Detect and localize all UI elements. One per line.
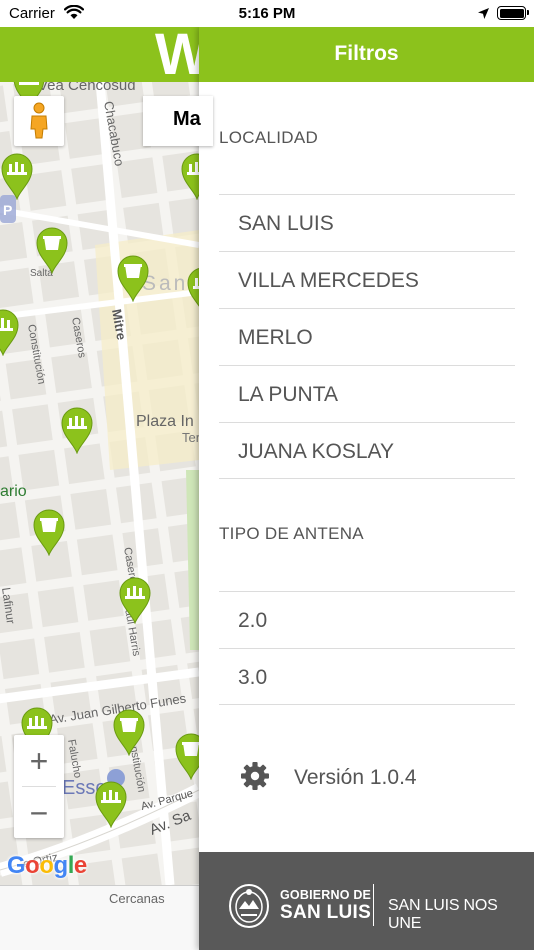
status-time: 5:16 PM (238, 5, 296, 22)
map-type-button[interactable]: Ma (143, 96, 213, 146)
filter-item-label: 3.0 (238, 666, 268, 689)
antenna-cup-icon (117, 255, 149, 303)
street-label: ario (0, 483, 27, 500)
antenna-marker[interactable] (174, 732, 199, 781)
antenna-cup-icon (175, 733, 199, 781)
filter-item-antena-2-0[interactable]: 2.0 (219, 592, 515, 649)
zoom-in-button[interactable]: + (14, 735, 64, 786)
antenna-tower-icon (187, 268, 199, 307)
antenna-tower-icon (181, 153, 199, 201)
filter-item-antena-3-0[interactable]: 3.0 (219, 649, 515, 706)
provincial-seal-icon (227, 883, 271, 934)
antenna-marker[interactable] (118, 576, 152, 625)
footer-gob-label: GOBIERNO DE (280, 888, 372, 902)
filter-item-san-luis[interactable]: SAN LUIS (219, 195, 515, 252)
zoom-out-button[interactable]: − (14, 787, 64, 838)
section-title-localidad: LOCALIDAD (219, 128, 319, 147)
filter-drawer: Filtros LOCALIDAD SAN LUIS VILLA MERCEDE… (199, 27, 534, 950)
zoom-in-label: + (29, 742, 49, 779)
footer-divider (373, 884, 374, 926)
antenna-marker[interactable] (32, 508, 66, 557)
street-label: Plaza In (136, 413, 194, 430)
drawer-footer: GOBIERNO DE SAN LUIS SAN LUIS NOS UNE (199, 852, 534, 950)
antenna-cup-icon (33, 509, 65, 557)
status-bar: Carrier 5:16 PM (0, 0, 534, 27)
filter-item-label: SAN LUIS (238, 212, 334, 235)
filter-item-label: LA PUNTA (238, 383, 338, 406)
street-view-pegman-button[interactable] (14, 96, 64, 146)
filter-item-merlo[interactable]: MERLO (219, 309, 515, 366)
antenna-tower-icon (0, 309, 19, 357)
antenna-marker[interactable] (60, 406, 94, 455)
antenna-tower-icon (95, 781, 127, 829)
street-label: Ter (182, 430, 199, 445)
antenna-tower-icon (61, 407, 93, 455)
filter-item-label: 2.0 (238, 609, 268, 632)
location-arrow-icon (477, 7, 490, 25)
footer-gob-name: SAN LUIS (280, 902, 372, 923)
antenna-marker[interactable] (0, 308, 20, 357)
app-logo: W (155, 27, 199, 82)
pegman-icon (30, 102, 48, 139)
section-title-tipo-antena: TIPO DE ANTENA (219, 524, 364, 543)
antenna-tower-icon (119, 577, 151, 625)
filter-item-juana-koslay[interactable]: JUANA KOSLAY (219, 423, 515, 480)
divider (219, 704, 515, 705)
version-row[interactable]: Versión 1.0.4 (239, 760, 499, 794)
gear-icon (239, 760, 271, 797)
antenna-marker[interactable] (94, 780, 128, 829)
antenna-tower-icon (1, 153, 33, 201)
antenna-marker[interactable] (112, 708, 146, 757)
street-label: Vea Cencosud (38, 82, 136, 94)
footer-slogan: SAN LUIS NOS UNE (388, 897, 498, 932)
antenna-marker[interactable] (116, 254, 150, 303)
antenna-marker[interactable] (0, 152, 34, 201)
google-logo: Google (7, 852, 87, 879)
tab-bar: Cercanas (0, 885, 199, 950)
filter-item-villa-mercedes[interactable]: VILLA MERCEDES (219, 252, 515, 309)
filter-item-label: VILLA MERCEDES (238, 269, 419, 292)
filter-item-label: MERLO (238, 326, 313, 349)
antenna-marker[interactable] (180, 152, 199, 201)
tab-cercanas[interactable]: Cercanas (109, 891, 165, 906)
version-label: Versión 1.0.4 (294, 766, 417, 789)
zoom-control: + − (14, 735, 64, 838)
antenna-marker[interactable] (35, 226, 69, 275)
drawer-title: Filtros (334, 42, 399, 65)
antenna-cup-icon (36, 227, 68, 275)
antenna-cup-icon (113, 709, 145, 757)
app-header: W (0, 27, 199, 82)
antenna-marker[interactable] (186, 266, 199, 314)
zoom-out-label: − (29, 794, 49, 831)
battery-icon (497, 6, 529, 20)
drawer-header: Filtros (199, 27, 534, 82)
svg-text:P: P (3, 202, 12, 218)
filter-item-la-punta[interactable]: LA PUNTA (219, 366, 515, 423)
divider (219, 478, 515, 479)
filter-item-label: JUANA KOSLAY (238, 440, 395, 463)
